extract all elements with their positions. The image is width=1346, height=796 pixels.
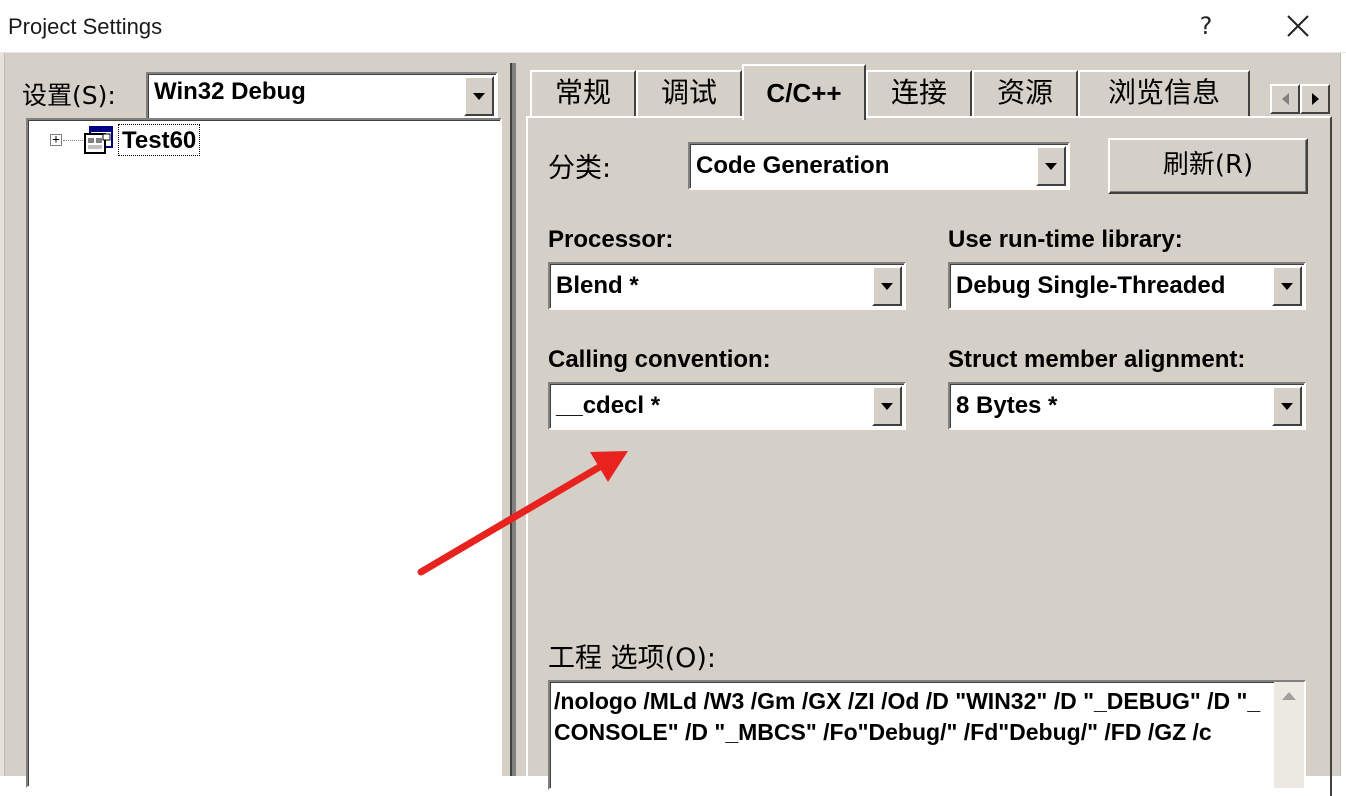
runtime-library-dropdown-button[interactable]: [1272, 266, 1302, 306]
runtime-library-label: Use run-time library:: [948, 226, 1183, 253]
window-edge-left: [0, 53, 5, 776]
project-tree[interactable]: [26, 118, 502, 788]
project-icon: [84, 126, 113, 154]
category-label: 分类:: [548, 153, 612, 184]
close-icon: [1287, 15, 1309, 37]
struct-alignment-label: Struct member alignment:: [948, 346, 1246, 373]
settings-value: Win32 Debug: [154, 78, 306, 105]
tab-resources[interactable]: 资源: [972, 70, 1078, 116]
category-value: Code Generation: [696, 152, 890, 179]
expand-icon[interactable]: +: [50, 133, 62, 146]
refresh-button[interactable]: 刷新(R): [1108, 138, 1308, 194]
chevron-down-icon: [881, 282, 893, 290]
tree-connector: [63, 140, 85, 141]
help-button[interactable]: ?: [1182, 6, 1230, 46]
struct-alignment-combo[interactable]: 8 Bytes *: [948, 382, 1306, 430]
struct-alignment-dropdown-button[interactable]: [1272, 386, 1302, 426]
calling-convention-label: Calling convention:: [548, 346, 771, 373]
tab-link[interactable]: 连接: [866, 70, 972, 116]
category-dropdown-button[interactable]: [1036, 146, 1066, 186]
tab-browse-info[interactable]: 浏览信息: [1078, 70, 1250, 116]
tab-scroll-left-button[interactable]: [1270, 84, 1300, 114]
settings-label: 设置(S):: [22, 81, 116, 110]
calling-convention-combo[interactable]: __cdecl *: [548, 382, 906, 430]
arrow-right-icon: [1311, 93, 1319, 105]
runtime-library-combo[interactable]: Debug Single-Threaded: [948, 262, 1306, 310]
project-options-textbox[interactable]: /nologo /MLd /W3 /Gm /GX /ZI /Od /D "WIN…: [548, 680, 1306, 790]
tab-scroll-right-button[interactable]: [1300, 84, 1330, 114]
processor-combo[interactable]: Blend *: [548, 262, 906, 310]
tab-debug[interactable]: 调试: [636, 70, 742, 116]
category-combo[interactable]: Code Generation: [688, 142, 1070, 190]
pane-splitter[interactable]: [510, 63, 516, 776]
chevron-down-icon: [1281, 402, 1293, 410]
runtime-library-value: Debug Single-Threaded: [956, 272, 1226, 299]
processor-value: Blend *: [556, 272, 639, 299]
project-options-text: /nologo /MLd /W3 /Gm /GX /ZI /Od /D "WIN…: [554, 688, 1261, 745]
chevron-down-icon: [1281, 282, 1293, 290]
close-button[interactable]: [1272, 6, 1324, 46]
tab-scroll: [1270, 84, 1330, 114]
chevron-down-icon: [881, 402, 893, 410]
tab-general[interactable]: 常规: [530, 70, 636, 116]
project-options-label: 工程 选项(O):: [548, 643, 716, 674]
chevron-down-icon: [473, 92, 485, 100]
settings-combo[interactable]: Win32 Debug: [146, 72, 498, 120]
tree-item-test60[interactable]: Test60: [118, 124, 201, 156]
window-title: Project Settings: [8, 14, 163, 39]
calling-convention-dropdown-button[interactable]: [872, 386, 902, 426]
settings-dropdown-button[interactable]: [464, 76, 494, 116]
title-bar: Project Settings ?: [0, 0, 1346, 53]
arrow-left-icon: [1281, 93, 1289, 105]
options-scrollbar[interactable]: [1274, 682, 1304, 788]
chevron-down-icon: [1045, 162, 1057, 170]
tab-c-cpp[interactable]: C/C++: [742, 64, 866, 120]
struct-alignment-value: 8 Bytes *: [956, 392, 1058, 419]
window-edge-right: [1340, 53, 1346, 776]
processor-dropdown-button[interactable]: [872, 266, 902, 306]
scroll-up-icon[interactable]: [1282, 692, 1296, 700]
processor-label: Processor:: [548, 226, 674, 253]
calling-convention-value: __cdecl *: [556, 392, 661, 419]
